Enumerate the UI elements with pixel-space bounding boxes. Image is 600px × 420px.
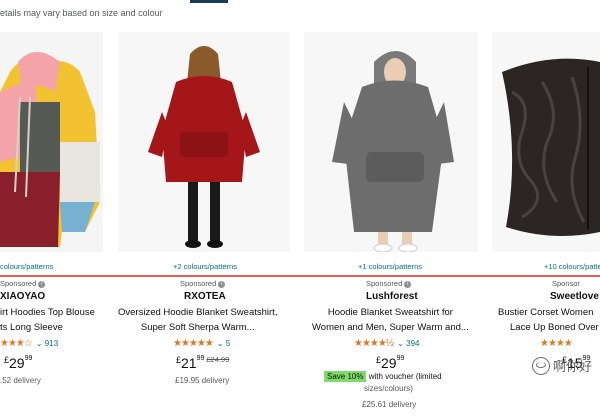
grey-hoodie-blanket-image xyxy=(304,32,478,252)
sponsored-text-3: Sponsored xyxy=(366,279,403,288)
voucher-offer-3[interactable]: Save 10% with voucher (limited xyxy=(324,371,442,382)
rating-1[interactable]: ★★★☆ ⌄ 913 xyxy=(0,338,58,349)
rating-count-2[interactable]: ⌄ 5 xyxy=(217,339,230,348)
rating-4[interactable]: ★★★★ xyxy=(540,338,573,349)
star-rating-icon: ★★★★★ xyxy=(173,338,214,349)
info-icon[interactable]: i xyxy=(404,280,412,288)
price-was-2: £24.99 xyxy=(206,355,230,364)
highlight-divider xyxy=(0,275,600,277)
price-main-3: 29 xyxy=(381,355,397,371)
sponsored-label-3: Sponsored i xyxy=(366,279,412,288)
rating-2[interactable]: ★★★★★ ⌄ 5 xyxy=(173,338,230,349)
product-title-2[interactable]: Oversized Hoodie Blanket Sweatshirt, Sup… xyxy=(118,305,277,335)
rating-3[interactable]: ★★★★½ ⌄ 394 xyxy=(354,338,420,349)
red-hoodie-blanket-image xyxy=(118,32,290,252)
delivery-3: £25.61 delivery xyxy=(362,400,417,409)
info-icon[interactable]: i xyxy=(218,280,226,288)
price-2: £2199 £24.99 xyxy=(176,355,229,373)
black-corset-image xyxy=(492,32,600,252)
title-line-2a[interactable]: Oversized Hoodie Blanket Sweatshirt, xyxy=(118,305,277,320)
watermark-text: 啊你好 xyxy=(552,359,592,374)
price-cents-3: 99 xyxy=(396,355,405,362)
delivery-2: £19.95 delivery xyxy=(175,376,230,385)
info-icon[interactable]: i xyxy=(38,280,46,288)
voucher-sub-3: sizes/colours) xyxy=(364,384,413,393)
sponsored-label-1: Sponsored i xyxy=(0,279,46,288)
brand-2: RXOTEA xyxy=(184,291,226,302)
product-title-4[interactable]: Bustier Corset Women Lace Up Boned Over xyxy=(498,305,599,335)
voucher-text: with voucher (limited xyxy=(368,372,442,381)
delivery-1: .52 delivery xyxy=(0,376,41,385)
sponsored-text-1: Sponsored xyxy=(0,279,37,288)
product-title-3[interactable]: Hoodie Blanket Sweatshirt for Women and … xyxy=(312,305,469,335)
colours-link-2[interactable]: +2 colours/patterns xyxy=(173,262,237,271)
product-image-4[interactable] xyxy=(492,32,600,252)
sponsored-label-2: Sponsored i xyxy=(180,279,226,288)
rating-count-1[interactable]: ⌄ 913 xyxy=(36,339,58,348)
colours-link-1[interactable]: colours/patterns xyxy=(0,262,53,271)
price-main-1: 29 xyxy=(9,355,25,371)
price-cents-1: 99 xyxy=(24,355,33,362)
star-rating-icon: ★★★★ xyxy=(540,338,573,349)
title-line-2b[interactable]: Super Soft Sherpa Warm... xyxy=(118,320,277,335)
product-card-2[interactable]: +2 colours/patterns Sponsored i RXOTEA Ov… xyxy=(118,0,298,420)
rating-count-value-3[interactable]: 394 xyxy=(406,339,419,348)
wechat-icon xyxy=(531,356,550,375)
product-card-3[interactable]: +1 colours/patterns Sponsored i Lushfores… xyxy=(304,0,484,420)
watermark: 啊你好 xyxy=(531,356,592,375)
sponsored-label-4: Sponsor xyxy=(552,279,580,288)
brand-3: Lushforest xyxy=(366,291,418,302)
title-line-1a[interactable]: irt Hoodies Top Blouse xyxy=(0,305,95,320)
product-image-1[interactable] xyxy=(0,32,103,252)
colours-link-3[interactable]: +1 colours/patterns xyxy=(358,262,422,271)
brand-4: Sweetlove xyxy=(550,291,599,302)
product-image-3[interactable] xyxy=(304,32,478,252)
star-rating-icon: ★★★★½ xyxy=(354,338,394,349)
price-main-2: 21 xyxy=(181,355,197,371)
rating-count-3[interactable]: ⌄ 394 xyxy=(397,339,419,348)
hoodie-colorblock-image xyxy=(0,32,103,252)
title-line-4b[interactable]: Lace Up Boned Over xyxy=(498,320,599,335)
colours-link-4[interactable]: +10 colours/patte xyxy=(544,262,600,271)
rating-count-value-1[interactable]: 913 xyxy=(45,339,58,348)
brand-1: XIAOYAO xyxy=(0,291,46,302)
title-line-3a[interactable]: Hoodie Blanket Sweatshirt for xyxy=(312,305,469,320)
title-line-1b[interactable]: ts Long Sleeve xyxy=(0,320,95,335)
price-cents-2: 99 xyxy=(196,355,205,362)
star-rating-icon: ★★★☆ xyxy=(0,338,33,349)
sponsored-text-2: Sponsored xyxy=(180,279,217,288)
rating-count-value-2[interactable]: 5 xyxy=(226,339,230,348)
product-image-2[interactable] xyxy=(118,32,290,252)
price-3: £2999 xyxy=(376,355,404,373)
product-title-1[interactable]: irt Hoodies Top Blouse ts Long Sleeve xyxy=(0,305,95,335)
price-1: £2999 xyxy=(4,355,32,373)
save-badge: Save 10% xyxy=(324,371,367,382)
title-line-4a[interactable]: Bustier Corset Women xyxy=(498,305,599,320)
title-line-3b[interactable]: Women and Men, Super Warm and... xyxy=(312,320,469,335)
